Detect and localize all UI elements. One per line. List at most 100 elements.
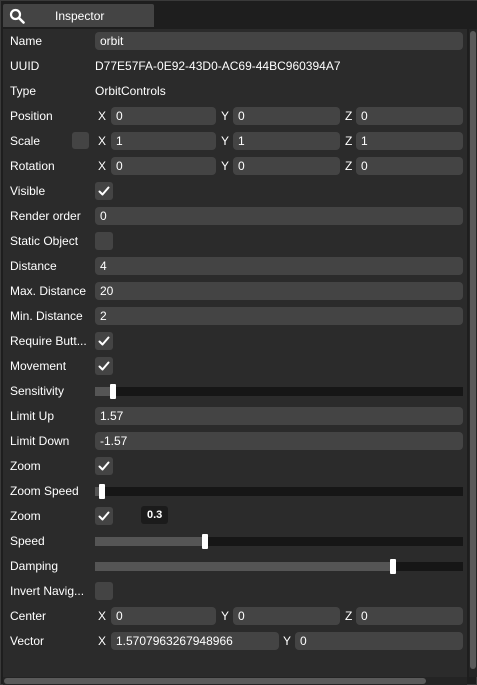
- rotation-y-input[interactable]: 0: [233, 157, 340, 175]
- limit-up-label: Limit Up: [10, 409, 55, 423]
- position-z-input[interactable]: 0: [356, 107, 463, 125]
- movement-checkbox[interactable]: [95, 357, 113, 375]
- center-y-input[interactable]: 0: [233, 607, 340, 625]
- require-button-label: Require Butt...: [10, 334, 87, 348]
- speed-label: Speed: [10, 534, 45, 548]
- damping-slider-handle[interactable]: [390, 559, 396, 574]
- row-render-order: Render order 0: [3, 206, 467, 226]
- invert-navigation-label: Invert Navig...: [10, 584, 85, 598]
- horizontal-scrollbar[interactable]: [3, 677, 467, 685]
- row-rotation: Rotation X 0 Y 0 Z 0: [3, 156, 467, 176]
- speed-slider[interactable]: [95, 534, 463, 549]
- type-label: Type: [10, 84, 37, 98]
- row-name: Name orbit: [3, 31, 467, 51]
- row-scale: Scale X 1 Y 1 Z 1: [3, 131, 467, 151]
- center-x-label: X: [98, 609, 107, 623]
- scale-x-label: X: [98, 134, 107, 148]
- vector-y-input[interactable]: 0: [295, 632, 463, 650]
- rotation-label: Rotation: [10, 159, 55, 173]
- position-y-input[interactable]: 0: [233, 107, 340, 125]
- center-z-label: Z: [345, 609, 353, 623]
- zoom-label: Zoom: [10, 459, 41, 473]
- uuid-value: D77E57FA-0E92-43D0-AC69-44BC960394A7: [95, 59, 341, 73]
- render-order-label: Render order: [10, 209, 81, 223]
- min-distance-input[interactable]: 2: [95, 307, 463, 325]
- row-zoom-speed: Zoom Speed: [3, 481, 467, 501]
- visible-checkbox[interactable]: [95, 182, 113, 200]
- name-input[interactable]: orbit: [95, 32, 463, 50]
- rotation-x-input[interactable]: 0: [111, 157, 216, 175]
- static-object-checkbox[interactable]: [95, 232, 113, 250]
- render-order-input[interactable]: 0: [95, 207, 463, 225]
- vector-x-label: X: [98, 634, 107, 648]
- scale-z-input[interactable]: 1: [356, 132, 463, 150]
- position-x-input[interactable]: 0: [111, 107, 216, 125]
- zoom-speed-label: Zoom Speed: [10, 484, 79, 498]
- panel-header: Inspector: [1, 1, 477, 29]
- limit-up-input[interactable]: 1.57: [95, 407, 463, 425]
- row-require-button: Require Butt...: [3, 331, 467, 351]
- scale-z-label: Z: [345, 134, 353, 148]
- distance-input[interactable]: 4: [95, 257, 463, 275]
- movement-label: Movement: [10, 359, 67, 373]
- position-z-label: Z: [345, 109, 353, 123]
- tab-inspector[interactable]: Inspector: [3, 4, 154, 27]
- sensitivity-slider-handle[interactable]: [110, 384, 116, 399]
- vector-x-input[interactable]: 1.5707963267948966: [111, 632, 279, 650]
- limit-down-input[interactable]: -1.57: [95, 432, 463, 450]
- row-damping: Damping: [3, 556, 467, 576]
- scale-y-input[interactable]: 1: [233, 132, 340, 150]
- position-x-label: X: [98, 109, 107, 123]
- vertical-scrollbar-thumb[interactable]: [470, 31, 476, 669]
- name-label: Name: [10, 34, 43, 48]
- row-zoom-secondary: Zoom 0.3: [3, 506, 467, 526]
- distance-label: Distance: [10, 259, 57, 273]
- sensitivity-slider[interactable]: [95, 384, 463, 399]
- rotation-y-label: Y: [221, 159, 230, 173]
- zoom-speed-slider[interactable]: [95, 484, 463, 499]
- sensitivity-label: Sensitivity: [10, 384, 65, 398]
- damping-slider-fill: [95, 562, 393, 571]
- slider-value-tooltip: 0.3: [141, 506, 169, 524]
- zoom-secondary-checkbox[interactable]: [95, 507, 113, 525]
- row-position: Position X 0 Y 0 Z 0: [3, 106, 467, 126]
- row-invert-navigation: Invert Navig...: [3, 581, 467, 601]
- speed-slider-fill: [95, 537, 205, 546]
- row-uuid: UUID D77E57FA-0E92-43D0-AC69-44BC960394A…: [3, 56, 467, 76]
- rotation-z-label: Z: [345, 159, 353, 173]
- require-button-checkbox[interactable]: [95, 332, 113, 350]
- max-distance-input[interactable]: 20: [95, 282, 463, 300]
- row-visible: Visible: [3, 181, 467, 201]
- rotation-x-label: X: [98, 159, 107, 173]
- vector-y-label: Y: [283, 634, 292, 648]
- vector-label: Vector: [10, 634, 45, 648]
- position-label: Position: [10, 109, 53, 123]
- center-z-input[interactable]: 0: [356, 607, 463, 625]
- vertical-scrollbar[interactable]: [469, 29, 477, 677]
- zoom-checkbox[interactable]: [95, 457, 113, 475]
- row-vector: Vector X 1.5707963267948966 Y 0: [3, 631, 467, 651]
- rotation-z-input[interactable]: 0: [356, 157, 463, 175]
- tab-label: Inspector: [55, 9, 105, 23]
- static-object-label: Static Object: [10, 234, 79, 248]
- position-y-label: Y: [221, 109, 230, 123]
- row-max-distance: Max. Distance 20: [3, 281, 467, 301]
- row-sensitivity: Sensitivity: [3, 381, 467, 401]
- speed-slider-handle[interactable]: [202, 534, 208, 549]
- visible-label: Visible: [10, 184, 46, 198]
- uuid-label: UUID: [10, 59, 40, 73]
- row-limit-up: Limit Up 1.57: [3, 406, 467, 426]
- damping-slider[interactable]: [95, 559, 463, 574]
- horizontal-scrollbar-thumb[interactable]: [4, 678, 426, 684]
- scale-x-input[interactable]: 1: [111, 132, 216, 150]
- max-distance-label: Max. Distance: [10, 284, 87, 298]
- inspector-panel: Inspector Name orbit UUID D77E57FA-0E92-…: [0, 0, 477, 685]
- row-speed: Speed: [3, 531, 467, 551]
- inspector-content: Name orbit UUID D77E57FA-0E92-43D0-AC69-…: [3, 29, 467, 677]
- zoom-speed-slider-handle[interactable]: [99, 484, 105, 499]
- invert-navigation-checkbox[interactable]: [95, 582, 113, 600]
- scale-lock-toggle[interactable]: [72, 132, 89, 149]
- center-x-input[interactable]: 0: [111, 607, 216, 625]
- row-static-object: Static Object: [3, 231, 467, 251]
- search-icon[interactable]: [9, 8, 25, 24]
